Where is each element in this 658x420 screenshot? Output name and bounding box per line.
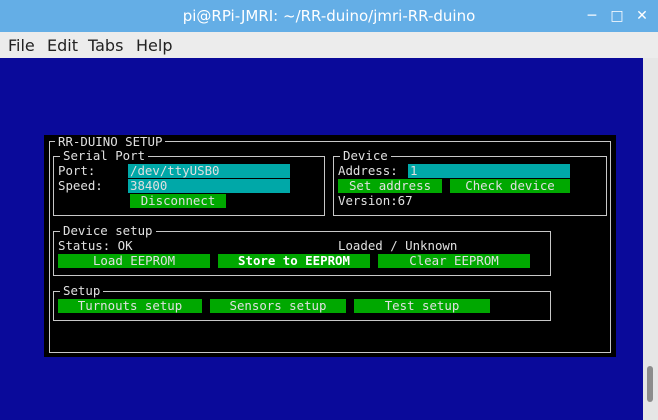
speed-field[interactable]: 38400 — [128, 179, 290, 193]
menu-bar: File Edit Tabs Help — [0, 32, 658, 58]
sensors-setup-button[interactable]: Sensors setup — [210, 299, 346, 313]
loaded-text: Loaded / Unknown — [338, 238, 458, 253]
setup-box-title: Setup — [60, 284, 104, 298]
set-address-button[interactable]: Set address — [338, 179, 442, 193]
port-field[interactable]: /dev/ttyUSB0 — [128, 164, 290, 178]
menu-file[interactable]: File — [8, 36, 35, 55]
clear-eeprom-button[interactable]: Clear EEPROM — [378, 254, 530, 268]
load-eeprom-button[interactable]: Load EEPROM — [58, 254, 210, 268]
setup-title: RR-DUINO SETUP — [55, 135, 166, 149]
version-text: Version:67 — [338, 193, 413, 208]
status-text: Status: OK — [58, 238, 133, 253]
menu-edit[interactable]: Edit — [47, 36, 78, 55]
close-icon[interactable]: ✕ — [632, 6, 652, 26]
menu-help[interactable]: Help — [136, 36, 172, 55]
window-titlebar[interactable]: pi@RPi-JMRI: ~/RR-duino/jmri-RR-duino ─ … — [0, 0, 658, 32]
device-title: Device — [340, 149, 391, 163]
address-field[interactable]: 1 — [408, 164, 570, 178]
device-setup-title: Device setup — [60, 224, 156, 238]
maximize-icon[interactable]: □ — [607, 6, 627, 26]
setup-window: RR-DUINO SETUP Serial Port Port: /dev/tt… — [44, 135, 616, 357]
scrollbar-thumb[interactable] — [647, 366, 653, 402]
serial-port-title: Serial Port — [60, 149, 149, 163]
address-label: Address: — [338, 163, 398, 178]
window-title: pi@RPi-JMRI: ~/RR-duino/jmri-RR-duino — [182, 7, 476, 25]
minimize-icon[interactable]: ─ — [582, 6, 602, 26]
menu-tabs[interactable]: Tabs — [88, 36, 123, 55]
store-eeprom-button[interactable]: Store to EEPROM — [218, 254, 370, 268]
test-setup-button[interactable]: Test setup — [354, 299, 490, 313]
turnouts-setup-button[interactable]: Turnouts setup — [58, 299, 202, 313]
disconnect-button[interactable]: Disconnect — [130, 194, 226, 208]
check-device-button[interactable]: Check device — [450, 179, 570, 193]
speed-label: Speed: — [58, 178, 103, 193]
port-label: Port: — [58, 163, 96, 178]
